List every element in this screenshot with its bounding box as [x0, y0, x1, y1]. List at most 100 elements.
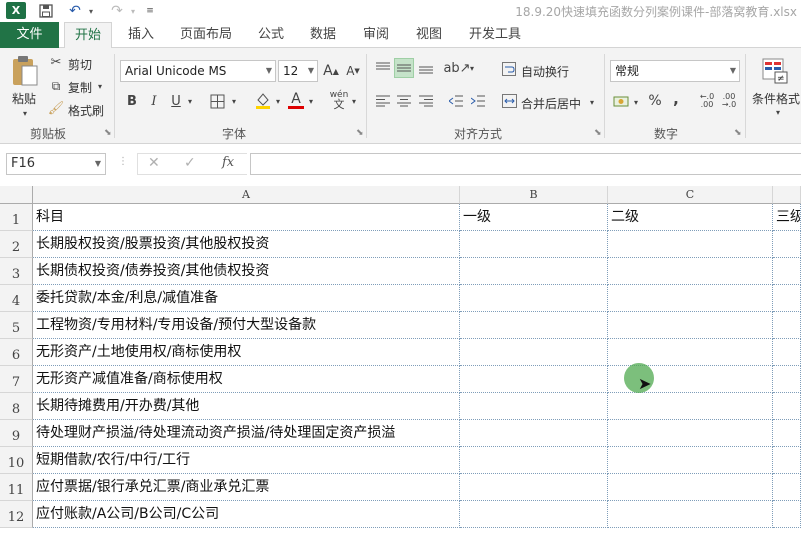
undo-dropdown-icon[interactable]: ▾	[86, 2, 96, 20]
column-header-d[interactable]	[773, 186, 801, 204]
underline-button[interactable]: U	[168, 92, 184, 110]
grid-cell[interactable]	[460, 366, 608, 393]
row-header[interactable]: 4	[0, 285, 33, 312]
column-header-b[interactable]: B	[460, 186, 608, 204]
paste-button[interactable]: 粘贴	[12, 90, 36, 107]
decrease-indent-icon[interactable]	[446, 92, 466, 110]
borders-dropdown-icon[interactable]: ▾	[230, 94, 238, 108]
grid-cell[interactable]	[608, 231, 773, 258]
tab-home[interactable]: 开始	[64, 22, 112, 49]
tab-developer[interactable]: 开发工具	[460, 22, 530, 48]
format-painter-button[interactable]: 格式刷	[68, 102, 104, 119]
grid-cell[interactable]	[773, 339, 801, 366]
row-header[interactable]: 10	[0, 447, 33, 474]
merge-center-dropdown-icon[interactable]: ▾	[588, 96, 596, 108]
grid-cell[interactable]	[460, 501, 608, 528]
grid-cell[interactable]: 三级	[773, 204, 801, 231]
tab-file[interactable]: 文件	[0, 22, 59, 48]
tab-data[interactable]: 数据	[302, 22, 344, 48]
grid-cell[interactable]: 长期待摊费用/开办费/其他	[33, 393, 460, 420]
percent-button[interactable]: %	[646, 92, 664, 110]
accounting-format-icon[interactable]	[612, 92, 632, 110]
grid-cell[interactable]	[460, 231, 608, 258]
grid-cell[interactable]	[608, 312, 773, 339]
font-size-select[interactable]: 12 ▼	[278, 60, 318, 82]
grid-cell[interactable]	[773, 231, 801, 258]
grid-cell[interactable]	[460, 285, 608, 312]
align-right-icon[interactable]	[416, 92, 436, 110]
column-header-a[interactable]: A	[33, 186, 460, 204]
tab-view[interactable]: 视图	[408, 22, 450, 48]
grid-cell[interactable]	[460, 474, 608, 501]
redo-icon[interactable]: ↷	[106, 2, 128, 20]
row-header[interactable]: 9	[0, 420, 33, 447]
tab-formulas[interactable]: 公式	[250, 22, 292, 48]
grid-cell[interactable]	[773, 501, 801, 528]
cancel-icon[interactable]: ✕	[148, 155, 160, 171]
bold-button[interactable]: B	[124, 92, 140, 110]
insert-function-icon[interactable]: fx	[222, 155, 234, 170]
cut-button[interactable]: 剪切	[68, 56, 92, 73]
paste-icon[interactable]	[8, 54, 42, 88]
shrink-font-icon[interactable]: A ▼	[344, 62, 362, 80]
font-name-select[interactable]: Arial Unicode MS ▼	[120, 60, 276, 82]
copy-dropdown-icon[interactable]: ▾	[96, 81, 104, 91]
align-bottom-icon[interactable]	[416, 58, 436, 78]
grid-cell[interactable]: 无形资产/土地使用权/商标使用权	[33, 339, 460, 366]
align-center-icon[interactable]	[394, 92, 414, 110]
phonetic-guide-icon[interactable]: wén 文	[328, 90, 350, 111]
row-header[interactable]: 12	[0, 501, 33, 528]
grid-cell[interactable]	[608, 393, 773, 420]
grid-cell[interactable]	[460, 420, 608, 447]
grid-cell[interactable]	[608, 474, 773, 501]
grid-cell[interactable]	[773, 285, 801, 312]
grid-cell[interactable]: 无形资产减值准备/商标使用权	[33, 366, 460, 393]
grid-cell[interactable]	[773, 312, 801, 339]
grid-cell[interactable]	[460, 393, 608, 420]
grid-cell[interactable]: 一级	[460, 204, 608, 231]
column-header-c[interactable]: C	[608, 186, 773, 204]
alignment-launcher-icon[interactable]: ⬊	[594, 128, 602, 138]
grid-cell[interactable]	[773, 258, 801, 285]
merge-center-button[interactable]: 合并后居中	[521, 95, 581, 112]
more-options-icon[interactable]: ⋮	[118, 156, 128, 167]
copy-icon[interactable]: ⧉	[48, 78, 64, 94]
grid-cell[interactable]: 二级	[608, 204, 773, 231]
grid-cell[interactable]: 长期股权投资/股票投资/其他股权投资	[33, 231, 460, 258]
grid-cell[interactable]	[460, 312, 608, 339]
customize-qat-icon[interactable]: ≡	[144, 2, 156, 20]
phonetic-dropdown-icon[interactable]: ▾	[350, 94, 358, 108]
clipboard-launcher-icon[interactable]: ⬊	[104, 128, 112, 138]
grid-cell[interactable]: 待处理财产损溢/待处理流动资产损溢/待处理固定资产损溢	[33, 420, 460, 447]
conditional-format-icon[interactable]: ≠	[760, 56, 790, 86]
merge-center-icon[interactable]	[500, 92, 518, 110]
decrease-decimal-icon[interactable]: .00 →.0	[719, 92, 739, 110]
align-left-icon[interactable]	[373, 92, 393, 110]
grid-cell[interactable]	[773, 474, 801, 501]
save-icon[interactable]	[36, 2, 56, 20]
grid-cell[interactable]: 应付账款/A公司/B公司/C公司	[33, 501, 460, 528]
conditional-format-dropdown-icon[interactable]: ▾	[774, 106, 782, 118]
wrap-text-icon[interactable]	[500, 60, 518, 78]
grid-cell[interactable]	[608, 420, 773, 447]
accounting-dropdown-icon[interactable]: ▾	[632, 96, 640, 108]
copy-button[interactable]: 复制	[68, 79, 92, 96]
tab-insert[interactable]: 插入	[120, 22, 162, 48]
grid-cell[interactable]: 应付票据/银行承兑汇票/商业承兑汇票	[33, 474, 460, 501]
grid-cell[interactable]: 工程物资/专用材料/专用设备/预付大型设备款	[33, 312, 460, 339]
grid-cell[interactable]	[773, 420, 801, 447]
orientation-icon[interactable]: ab↗	[443, 58, 470, 78]
grid-cell[interactable]: 科目	[33, 204, 460, 231]
italic-button[interactable]: I	[146, 92, 162, 110]
grid-cell[interactable]	[608, 339, 773, 366]
format-painter-icon[interactable]: 🖌	[48, 100, 65, 116]
grid-cell[interactable]	[773, 447, 801, 474]
font-launcher-icon[interactable]: ⬊	[356, 128, 364, 138]
fill-color-dropdown-icon[interactable]: ▾	[274, 94, 282, 108]
font-color-icon[interactable]: A	[286, 90, 306, 110]
name-box[interactable]: F16 ▼	[6, 153, 106, 175]
redo-dropdown-icon[interactable]: ▾	[128, 2, 138, 20]
underline-dropdown-icon[interactable]: ▾	[186, 94, 194, 108]
row-header[interactable]: 5	[0, 312, 33, 339]
borders-icon[interactable]	[206, 92, 228, 110]
